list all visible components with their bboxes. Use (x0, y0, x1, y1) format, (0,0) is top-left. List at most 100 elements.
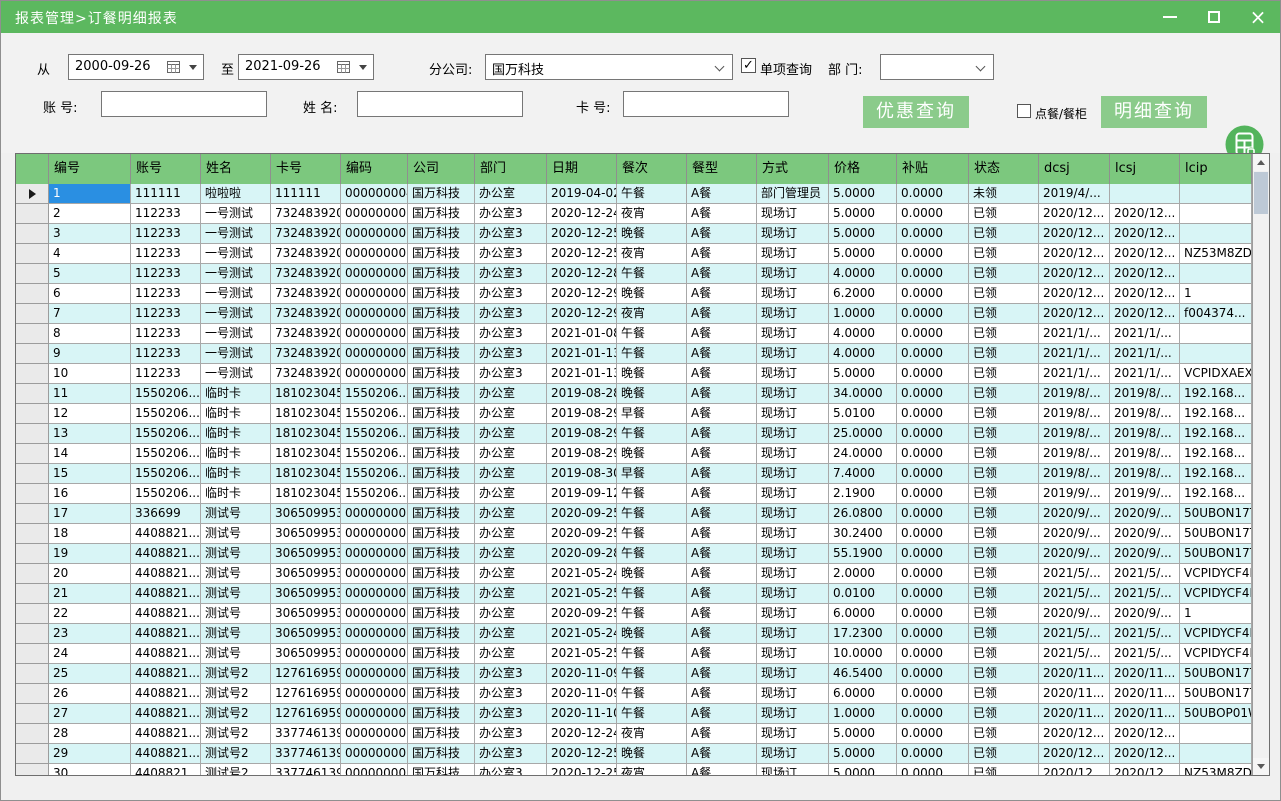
cell[interactable]: 办公室3 (475, 324, 547, 344)
column-header[interactable]: 卡号 (271, 154, 341, 184)
cell[interactable]: 1550206... (341, 404, 408, 424)
cell[interactable]: A餐 (687, 204, 757, 224)
cell[interactable]: 3377461390 (271, 724, 341, 744)
cell[interactable]: 5.0000 (829, 184, 897, 204)
cell[interactable]: 5.0000 (829, 244, 897, 264)
column-header[interactable]: lcip (1180, 154, 1252, 184)
cell[interactable]: 1810230458 (271, 464, 341, 484)
cell[interactable]: 国万科技 (408, 524, 475, 544)
cell[interactable]: 办公室3 (475, 744, 547, 764)
cell[interactable]: 办公室 (475, 464, 547, 484)
cell[interactable]: 晚餐 (617, 364, 687, 384)
cell[interactable]: A餐 (687, 284, 757, 304)
cell[interactable]: 1276169597 (271, 704, 341, 724)
cell[interactable]: 国万科技 (408, 444, 475, 464)
cell[interactable]: 4408821... (131, 584, 201, 604)
cell[interactable]: 已领 (969, 604, 1039, 624)
detail-query-button[interactable]: 明细查询 (1101, 96, 1207, 128)
cell[interactable]: 8 (49, 324, 131, 344)
cell[interactable]: 办公室3 (475, 204, 547, 224)
cell[interactable]: A餐 (687, 604, 757, 624)
row-selector[interactable] (16, 644, 49, 664)
row-selector[interactable] (16, 544, 49, 564)
cell[interactable]: 已领 (969, 464, 1039, 484)
cell[interactable]: 50UBON17TF (1180, 524, 1252, 544)
dept-select[interactable] (880, 54, 994, 80)
cell[interactable]: 已领 (969, 384, 1039, 404)
cell[interactable]: 2019-08-29 (547, 404, 617, 424)
cell[interactable]: 2020/12... (1039, 264, 1110, 284)
cell[interactable]: 2020/12... (1110, 284, 1180, 304)
cell[interactable]: 2020-12-29 (547, 304, 617, 324)
cell[interactable]: 7.4000 (829, 464, 897, 484)
cell[interactable]: 112233 (131, 204, 201, 224)
cell[interactable]: 0000000081 (341, 504, 408, 524)
cell[interactable]: 2021/1/... (1110, 364, 1180, 384)
cell[interactable]: 一号测试 (201, 244, 271, 264)
cell[interactable]: 一号测试 (201, 284, 271, 304)
cell[interactable]: 732483920 (271, 284, 341, 304)
cell[interactable]: 现场订 (757, 344, 829, 364)
cell[interactable]: 测试号2 (201, 724, 271, 744)
cell[interactable]: 国万科技 (408, 564, 475, 584)
cell[interactable]: 办公室 (475, 524, 547, 544)
cell[interactable]: 2020/11... (1039, 684, 1110, 704)
cell[interactable]: 办公室3 (475, 364, 547, 384)
cell[interactable]: 已领 (969, 704, 1039, 724)
cell[interactable]: 2020-09-28 (547, 544, 617, 564)
cell[interactable]: 午餐 (617, 424, 687, 444)
row-selector[interactable] (16, 324, 49, 344)
cell[interactable]: 2019/8/... (1110, 384, 1180, 404)
cell[interactable]: 已领 (969, 684, 1039, 704)
cell[interactable]: 已领 (969, 224, 1039, 244)
cell[interactable]: 已领 (969, 544, 1039, 564)
cell[interactable]: 2019/9/... (1039, 484, 1110, 504)
row-selector[interactable] (16, 444, 49, 464)
cell[interactable]: 2020/12... (1039, 204, 1110, 224)
cell[interactable]: 现场订 (757, 704, 829, 724)
cell[interactable]: 732483920 (271, 324, 341, 344)
cell[interactable]: 2021/5/... (1039, 584, 1110, 604)
cell[interactable]: 已领 (969, 644, 1039, 664)
cell[interactable]: 国万科技 (408, 724, 475, 744)
cell[interactable]: 已领 (969, 244, 1039, 264)
cell[interactable]: 0.0000 (897, 344, 969, 364)
cell[interactable]: 2021/1/... (1110, 344, 1180, 364)
cell[interactable]: 24.0000 (829, 444, 897, 464)
cell[interactable]: 已领 (969, 524, 1039, 544)
cell[interactable]: 晚餐 (617, 444, 687, 464)
cell[interactable]: 2019-08-29 (547, 444, 617, 464)
cell[interactable]: 112233 (131, 364, 201, 384)
cell[interactable]: 0000000029 (341, 684, 408, 704)
cell[interactable]: 1550206... (131, 484, 201, 504)
cell[interactable]: 午餐 (617, 264, 687, 284)
cell[interactable]: 192.168... (1180, 444, 1252, 464)
cell[interactable]: 办公室3 (475, 284, 547, 304)
cell[interactable]: 已领 (969, 404, 1039, 424)
cell[interactable]: 午餐 (617, 604, 687, 624)
cell[interactable]: 已领 (969, 444, 1039, 464)
cell[interactable]: 晚餐 (617, 564, 687, 584)
cell[interactable]: 0000000029 (341, 744, 408, 764)
column-header[interactable]: 价格 (829, 154, 897, 184)
cell[interactable]: 一号测试 (201, 324, 271, 344)
cell[interactable]: 临时卡 (201, 464, 271, 484)
cell[interactable]: 30.2400 (829, 524, 897, 544)
cell[interactable]: 2020-12-28 (547, 264, 617, 284)
cell[interactable]: 2020/12... (1110, 244, 1180, 264)
cell[interactable]: 2019/8/... (1110, 404, 1180, 424)
cell[interactable]: 1550206... (341, 444, 408, 464)
row-selector[interactable] (16, 724, 49, 744)
cell[interactable]: 办公室 (475, 444, 547, 464)
cell[interactable]: 6.0000 (829, 684, 897, 704)
cell[interactable]: 0000000029 (341, 304, 408, 324)
cell[interactable]: 办公室3 (475, 764, 547, 776)
column-header[interactable]: 编号 (49, 154, 131, 184)
cell[interactable]: 2021/5/... (1110, 644, 1180, 664)
cell[interactable]: 国万科技 (408, 644, 475, 664)
cell[interactable]: 5.0000 (829, 224, 897, 244)
cell[interactable]: 办公室 (475, 384, 547, 404)
cell[interactable]: 午餐 (617, 544, 687, 564)
cell[interactable]: 0.0000 (897, 244, 969, 264)
cell[interactable]: 7 (49, 304, 131, 324)
